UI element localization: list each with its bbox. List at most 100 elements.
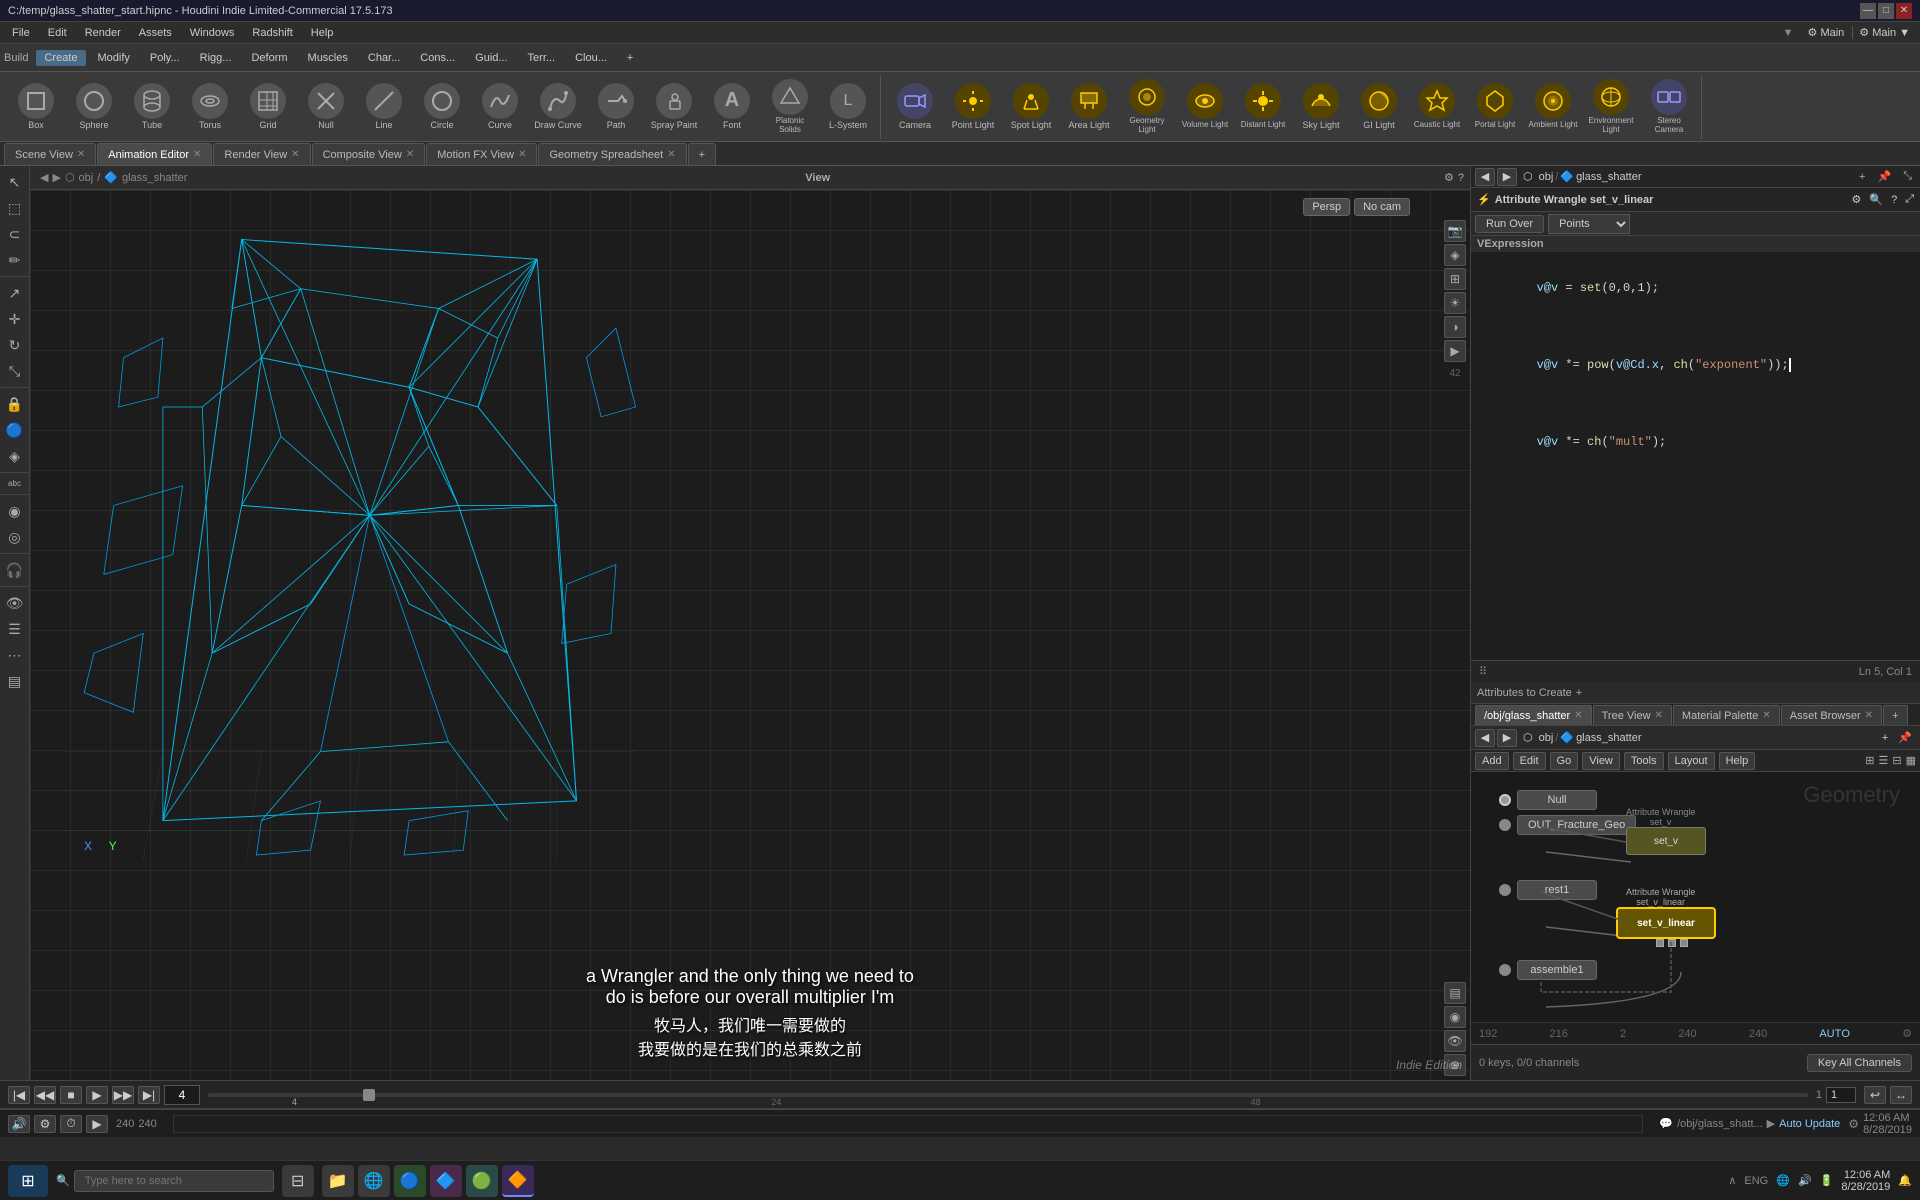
status-icon2[interactable]: ⚙ xyxy=(34,1115,56,1133)
taskbar-sound[interactable]: 🔊 xyxy=(1798,1174,1812,1187)
sidebar-view2[interactable]: ◎ xyxy=(3,525,27,549)
tool-area-light[interactable]: Area Light xyxy=(1061,75,1117,139)
rp-node[interactable]: glass_shatter xyxy=(1576,171,1641,183)
shelf-char[interactable]: Char... xyxy=(360,50,408,66)
node-tab-material-palette[interactable]: Material Palette ✕ xyxy=(1673,705,1780,725)
vp-icon-view3[interactable]: 👁 xyxy=(1444,1030,1466,1052)
tool-portal-light[interactable]: Portal Light xyxy=(1467,75,1523,139)
code-panel-search[interactable]: 🔍 xyxy=(1869,193,1883,206)
status-icon5[interactable]: 💬 xyxy=(1659,1117,1673,1130)
tool-platonic[interactable]: Platonic Solids xyxy=(762,75,818,139)
node-path-node[interactable]: glass_shatter xyxy=(1576,732,1641,744)
auto-update-btn[interactable]: AUTΟ xyxy=(1819,1028,1850,1040)
code-editor[interactable]: v@v = set(0,0,1); v@v *= pow(v@Cd.x, ch(… xyxy=(1471,252,1920,660)
run-over-btn[interactable]: Run Over xyxy=(1475,215,1544,233)
rp-nav-back[interactable]: ◀ xyxy=(1475,168,1495,186)
tool-gi-light[interactable]: GI Light xyxy=(1351,75,1407,139)
tool-box[interactable]: Box xyxy=(8,75,64,139)
tab-motion-fx-close[interactable]: ✕ xyxy=(518,149,526,160)
shelf-guid[interactable]: Guid... xyxy=(467,50,515,66)
timeline-scrubber[interactable]: 4 24 48 xyxy=(208,1094,1808,1096)
code-panel-settings[interactable]: ⚙ xyxy=(1851,193,1861,206)
rp-obj[interactable]: obj xyxy=(1539,171,1554,183)
node-assemble1[interactable]: assemble1 xyxy=(1491,957,1605,983)
node-tab-asset-browser[interactable]: Asset Browser ✕ xyxy=(1781,705,1882,725)
maximize-btn[interactable]: □ xyxy=(1878,3,1894,19)
status-update[interactable]: Auto Update xyxy=(1779,1118,1840,1130)
shelf-poly[interactable]: Poly... xyxy=(142,50,188,66)
tl-next-btn[interactable]: ▶▶ xyxy=(112,1086,134,1104)
sidebar-brush[interactable]: ✏ xyxy=(3,248,27,272)
sidebar-abc[interactable]: abc xyxy=(3,477,27,490)
sidebar-headphones[interactable]: 🎧 xyxy=(3,558,27,582)
shelf-cons[interactable]: Cons... xyxy=(412,50,463,66)
tool-null[interactable]: Null xyxy=(298,75,354,139)
shelf-muscles[interactable]: Muscles xyxy=(300,50,356,66)
menu-file[interactable]: File xyxy=(4,25,38,41)
node-menu-go[interactable]: Go xyxy=(1550,752,1579,770)
node-null-box[interactable]: Null xyxy=(1517,790,1597,810)
node-add-btn[interactable]: + xyxy=(1878,732,1892,744)
breadcrumb-obj[interactable]: obj xyxy=(79,172,94,184)
node-tab-add[interactable]: + xyxy=(1883,705,1907,725)
node-tab-tree-view[interactable]: Tree View ✕ xyxy=(1593,705,1672,725)
node-tab-asset-close[interactable]: ✕ xyxy=(1865,710,1873,721)
sidebar-eye[interactable]: 👁 xyxy=(3,591,27,615)
breadcrumb-node[interactable]: glass_shatter xyxy=(122,172,187,184)
vp-icon-view2[interactable]: ◉ xyxy=(1444,1006,1466,1028)
tl-prev-btn[interactable]: ◀◀ xyxy=(34,1086,56,1104)
node-menu-tools[interactable]: Tools xyxy=(1624,752,1664,770)
tool-curve[interactable]: Curve xyxy=(472,75,528,139)
sidebar-rotate[interactable]: ↻ xyxy=(3,333,27,357)
tab-render-view[interactable]: Render View ✕ xyxy=(213,143,310,165)
sidebar-arrow[interactable]: ↗ xyxy=(3,281,27,305)
shelf-deform[interactable]: Deform xyxy=(243,50,295,66)
vp-icon-light[interactable]: ☀ xyxy=(1444,292,1466,314)
node-menu-layout[interactable]: Layout xyxy=(1668,752,1715,770)
tool-font[interactable]: A Font xyxy=(704,75,760,139)
scrubber-head[interactable] xyxy=(363,1089,375,1101)
node-menu-view[interactable]: View xyxy=(1582,752,1620,770)
viewport-settings-icon[interactable]: ⚙ xyxy=(1444,171,1454,184)
sidebar-move[interactable]: ✛ xyxy=(3,307,27,331)
tl-end-btn[interactable]: ▶| xyxy=(138,1086,160,1104)
node-view-icon3[interactable]: ⊟ xyxy=(1892,754,1901,767)
status-settings[interactable]: ⚙ xyxy=(1848,1117,1859,1131)
shelf-clou[interactable]: Clou... xyxy=(567,50,615,66)
code-panel-question[interactable]: ? xyxy=(1891,194,1897,206)
sidebar-panel[interactable]: ▤ xyxy=(3,669,27,693)
sidebar-snap[interactable]: 🔒 xyxy=(3,392,27,416)
tool-caustic-light[interactable]: Caustic Light xyxy=(1409,75,1465,139)
node-rest1[interactable]: rest1 xyxy=(1491,877,1605,903)
sidebar-magnet[interactable]: 🔵 xyxy=(3,418,27,442)
taskbar-network[interactable]: 🌐 xyxy=(1776,1174,1790,1187)
viewport-help-icon[interactable]: ? xyxy=(1458,172,1464,184)
tl-end-frame-input[interactable] xyxy=(1826,1087,1856,1103)
tab-geo-spreadsheet[interactable]: Geometry Spreadsheet ✕ xyxy=(538,143,686,165)
task-view-btn[interactable]: ⊟ xyxy=(282,1165,314,1197)
sidebar-geo-node[interactable]: ◈ xyxy=(3,444,27,468)
status-icon4[interactable]: ▶ xyxy=(86,1115,108,1133)
tab-scene-view[interactable]: Scene View ✕ xyxy=(4,143,96,165)
tool-spot-light[interactable]: Spot Light xyxy=(1003,75,1059,139)
sidebar-layers[interactable]: ☰ xyxy=(3,617,27,641)
rp-expand-btn[interactable]: ⤡ xyxy=(1899,170,1916,183)
run-over-select[interactable]: Points Primitives Vertices xyxy=(1548,214,1630,234)
tl-bounce-btn[interactable]: ↔ xyxy=(1890,1086,1912,1104)
tab-animation-editor-close[interactable]: ✕ xyxy=(193,149,201,160)
tab-animation-editor[interactable]: Animation Editor ✕ xyxy=(97,143,212,165)
shelf-create[interactable]: Create xyxy=(36,50,85,66)
sidebar-more[interactable]: ⋯ xyxy=(3,643,27,667)
shelf-rigg[interactable]: Rigg... xyxy=(192,50,240,66)
status-icon3[interactable]: ⏱ xyxy=(60,1115,82,1133)
taskbar-hidden-icons[interactable]: ∧ xyxy=(1728,1174,1736,1187)
rp-add-btn[interactable]: + xyxy=(1855,171,1869,183)
tl-stop-btn[interactable]: ■ xyxy=(60,1086,82,1104)
tab-motion-fx[interactable]: Motion FX View ✕ xyxy=(426,143,537,165)
start-button[interactable]: ⊞ xyxy=(8,1165,48,1197)
tool-grid[interactable]: Grid xyxy=(240,75,296,139)
app-2[interactable]: 🟢 xyxy=(466,1165,498,1197)
tool-line[interactable]: Line xyxy=(356,75,412,139)
sidebar-select[interactable]: ↖ xyxy=(3,170,27,194)
taskbar-notifications[interactable]: 🔔 xyxy=(1898,1174,1912,1187)
